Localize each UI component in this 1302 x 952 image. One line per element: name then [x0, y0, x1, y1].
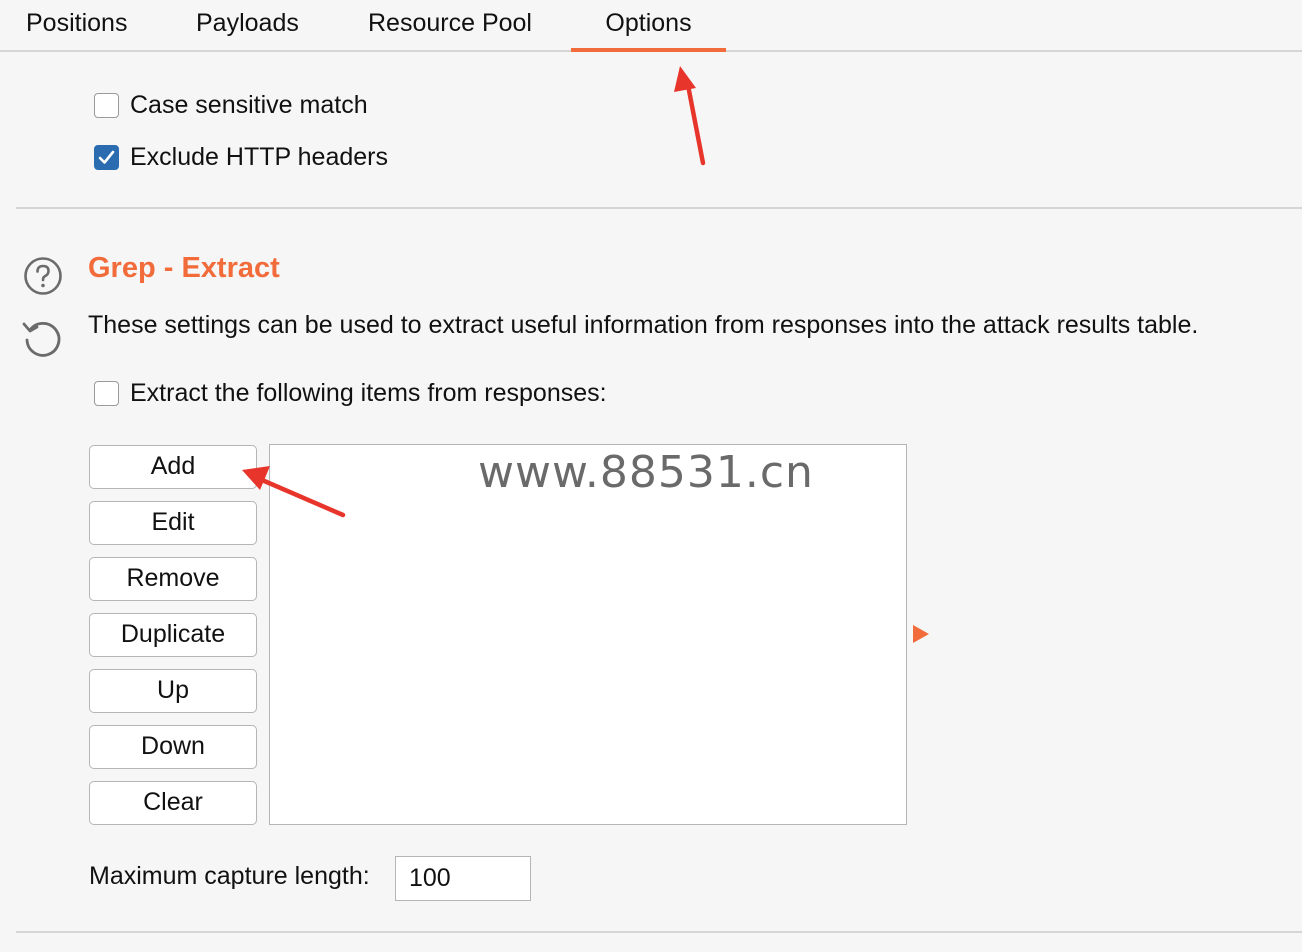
tab-bar: Positions Payloads Resource Pool Options: [0, 0, 1302, 52]
duplicate-button[interactable]: Duplicate: [89, 613, 257, 657]
case-sensitive-match-option[interactable]: Case sensitive match: [94, 91, 368, 119]
remove-button[interactable]: Remove: [89, 557, 257, 601]
extract-items-label: Extract the following items from respons…: [130, 378, 607, 407]
reset-icon[interactable]: [21, 316, 65, 360]
bottom-divider: [16, 931, 1302, 933]
edit-button[interactable]: Edit: [89, 501, 257, 545]
section-divider: [16, 207, 1302, 209]
case-sensitive-checkbox[interactable]: [94, 92, 119, 118]
tab-options[interactable]: Options: [571, 0, 726, 52]
section-description: These settings can be used to extract us…: [88, 311, 1199, 339]
max-capture-length-input[interactable]: 100: [395, 856, 531, 901]
tab-payloads[interactable]: Payloads: [196, 0, 299, 50]
exclude-headers-checkbox[interactable]: [94, 144, 119, 170]
intruder-options-page: Positions Payloads Resource Pool Options…: [0, 0, 1302, 952]
annotation-arrow-options: [674, 66, 706, 166]
extract-items-checkbox[interactable]: [94, 380, 119, 406]
section-title: Grep - Extract: [88, 252, 280, 284]
extract-items-option[interactable]: Extract the following items from respons…: [94, 379, 607, 407]
watermark: www.88531.cn: [478, 447, 814, 498]
max-capture-length-label: Maximum capture length:: [89, 862, 370, 890]
up-button[interactable]: Up: [89, 669, 257, 713]
exclude-headers-label: Exclude HTTP headers: [130, 142, 388, 171]
add-button[interactable]: Add: [89, 445, 257, 489]
exclude-http-headers-option[interactable]: Exclude HTTP headers: [94, 143, 388, 171]
clear-button[interactable]: Clear: [89, 781, 257, 825]
help-icon[interactable]: [23, 256, 63, 296]
down-button[interactable]: Down: [89, 725, 257, 769]
tab-positions[interactable]: Positions: [26, 0, 127, 50]
case-sensitive-label: Case sensitive match: [130, 90, 368, 119]
checkmark-icon: [98, 150, 115, 164]
expand-arrow-icon[interactable]: [912, 624, 930, 644]
tab-resource-pool[interactable]: Resource Pool: [368, 0, 532, 50]
extract-items-list[interactable]: www.88531.cn: [269, 444, 907, 825]
